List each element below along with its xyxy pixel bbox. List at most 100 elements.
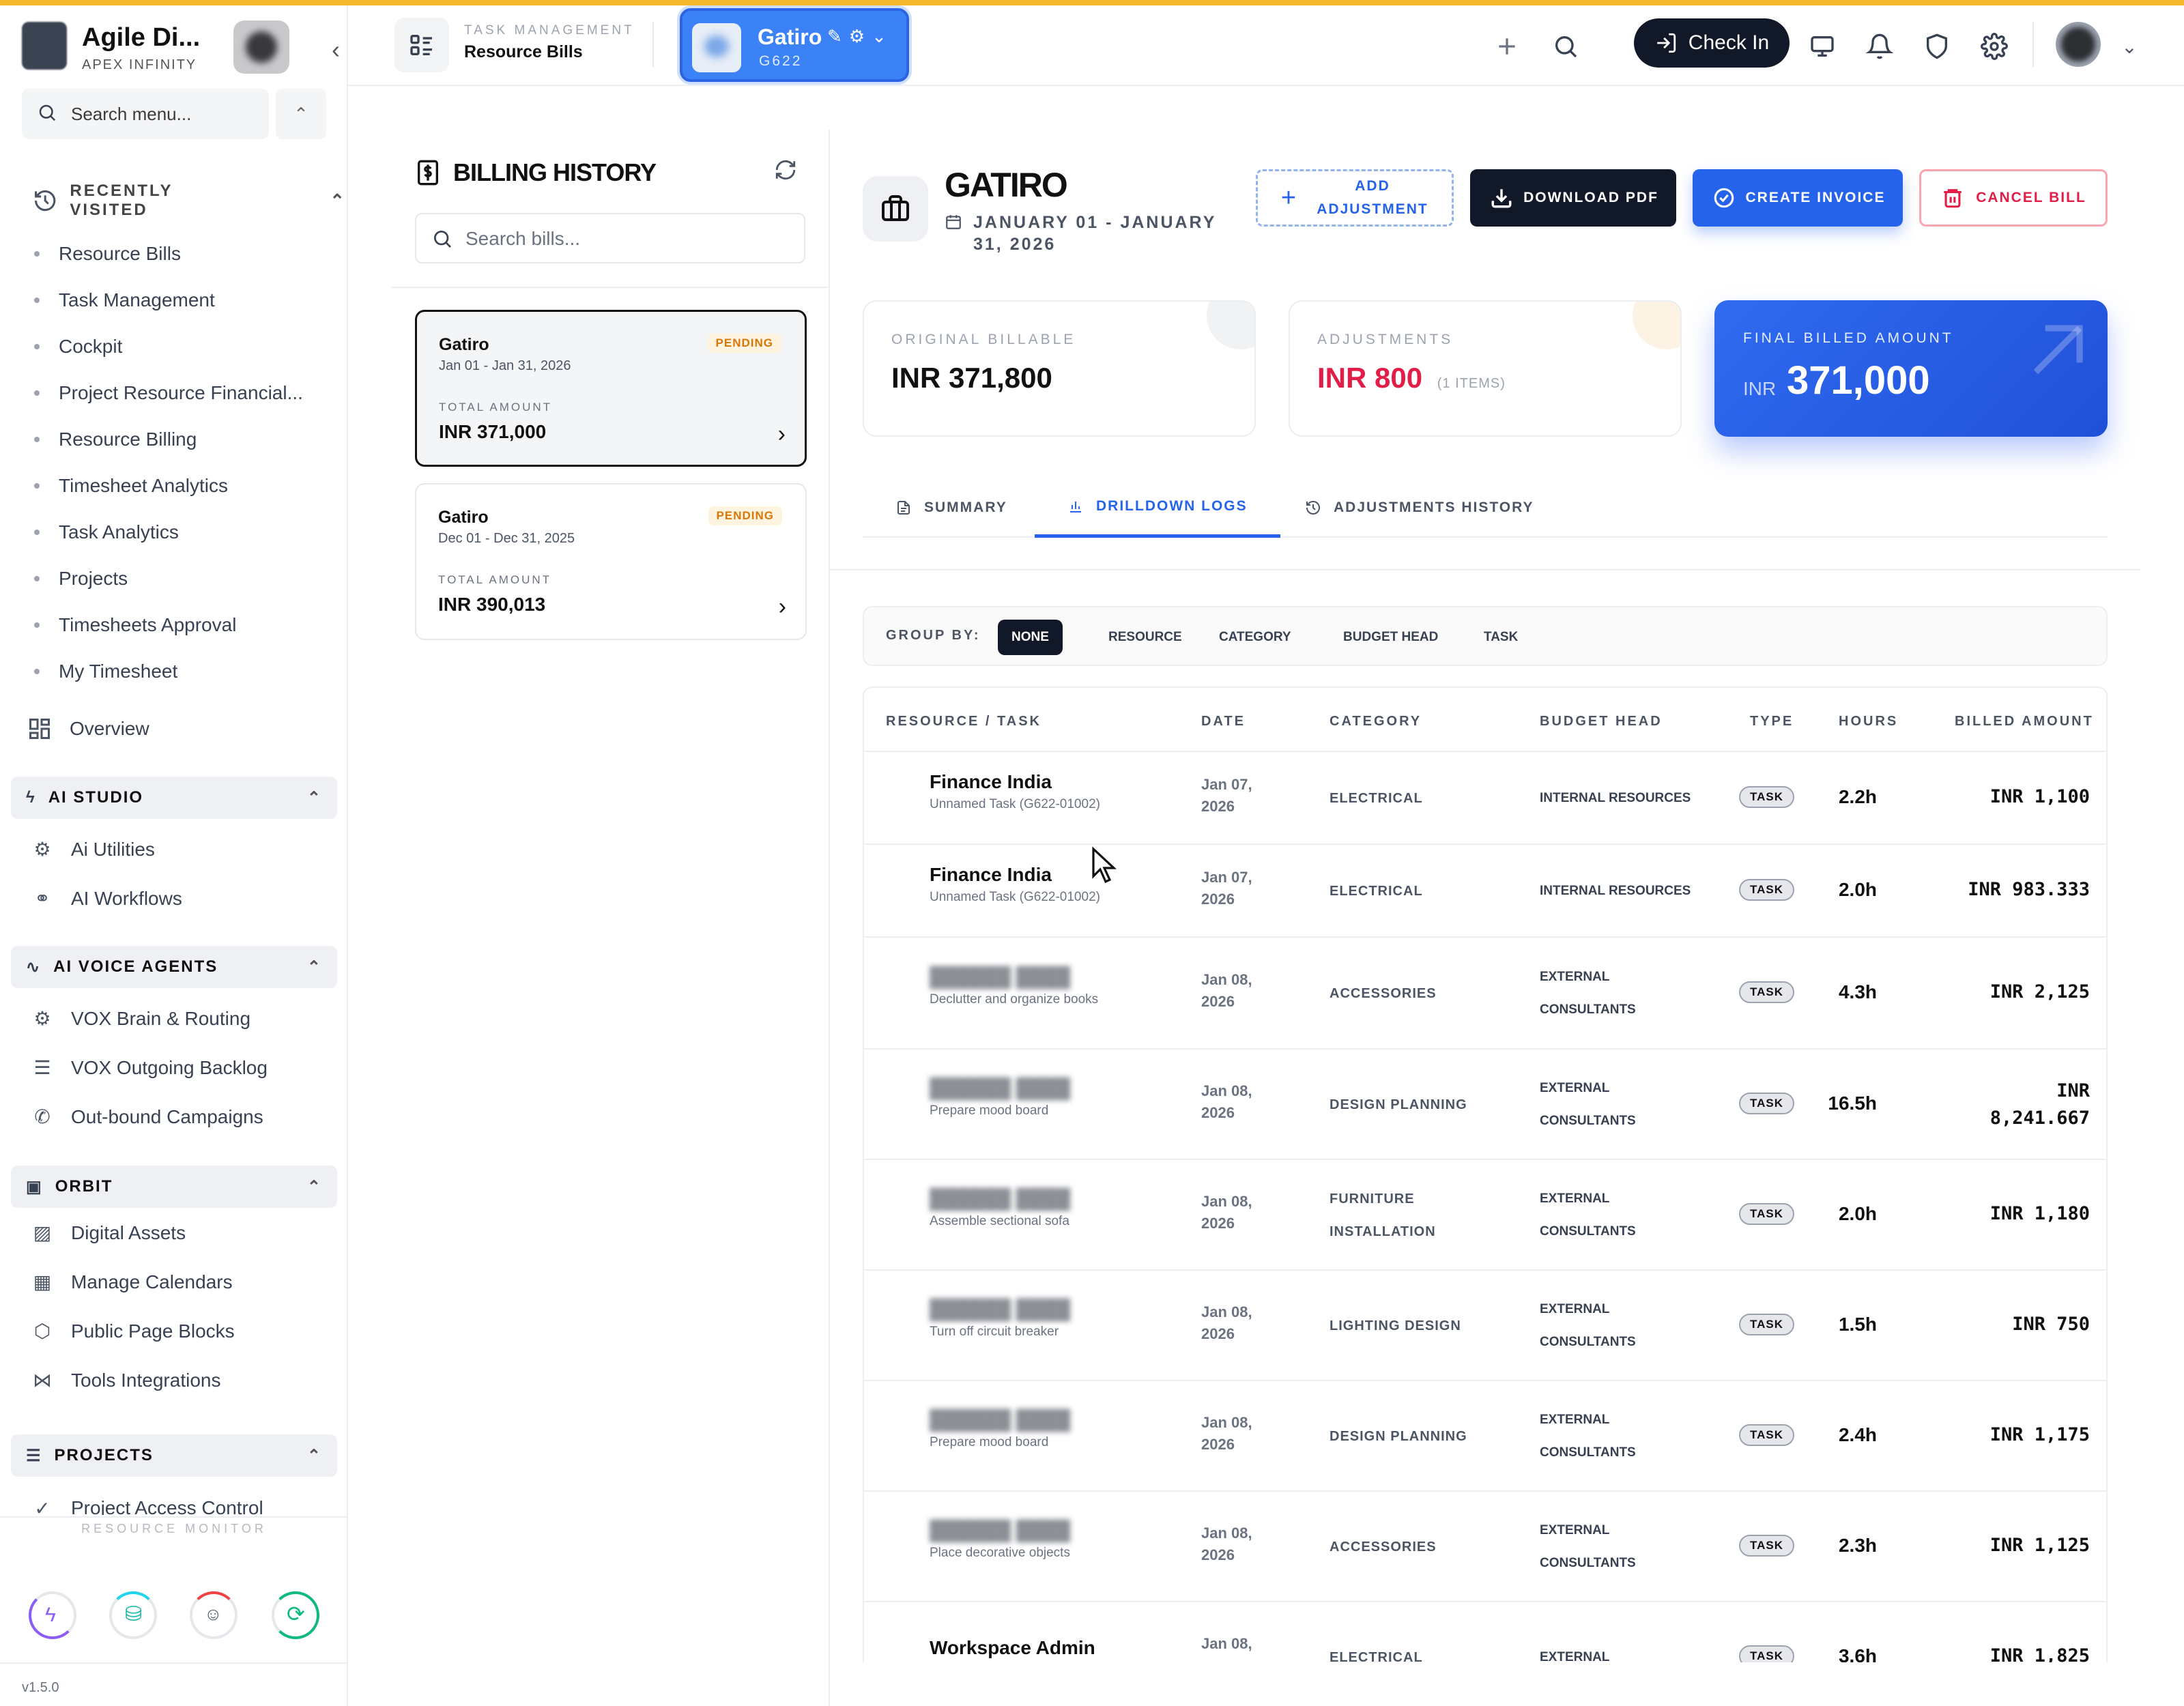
- collapse-sidebar-icon[interactable]: ‹: [322, 38, 349, 66]
- table-row[interactable]: ██████ ████ Prepare mood board Jan 08, 202…: [864, 1380, 2106, 1490]
- search-icon[interactable]: [1549, 30, 1582, 63]
- column-header[interactable]: DATE: [1201, 714, 1246, 729]
- monitor-icon[interactable]: [1806, 30, 1839, 63]
- bill-card[interactable]: Gatiro Jan 01 - Jan 31, 2026 PENDING TOT…: [415, 310, 807, 467]
- sidebar-group-header[interactable]: ▣ ORBIT ⌃: [11, 1166, 337, 1208]
- workspace-avatar[interactable]: [233, 20, 289, 74]
- chevron-up-icon[interactable]: ⌃: [307, 1446, 322, 1466]
- check-in-button[interactable]: Check In: [1634, 18, 1790, 68]
- cancel-bill-button[interactable]: CANCEL BILL: [1919, 169, 2108, 227]
- sidebar-group-header[interactable]: ϟ AI STUDIO ⌃: [11, 777, 337, 819]
- bills-search-input[interactable]: Search bills...: [465, 228, 580, 250]
- bar-chart-icon: [1070, 501, 1081, 512]
- sidebar-group-header[interactable]: ☰ PROJECTS ⌃: [11, 1434, 337, 1477]
- sidebar-item[interactable]: ⚙ Ai Utilities: [31, 838, 154, 861]
- type-cell: TASK: [1739, 1203, 1795, 1225]
- table-row[interactable]: ██████ ████ Turn off circuit breaker Jan 0…: [864, 1269, 2106, 1380]
- original-billable-card: ORIGINAL BILLABLE INR 371,800: [863, 300, 1256, 437]
- table-row[interactable]: ██████ ████ Declutter and organize books J…: [864, 936, 2106, 1048]
- sidebar-item[interactable]: ▨ Digital Assets: [31, 1221, 186, 1244]
- settings-icon[interactable]: [1978, 30, 2011, 63]
- column-header[interactable]: TYPE: [1750, 714, 1794, 729]
- table-row[interactable]: ██████ ████ Assemble sectional sofa Jan 08…: [864, 1159, 2106, 1269]
- chevron-up-icon[interactable]: ⌃: [307, 1177, 322, 1197]
- table-row[interactable]: ██████ ████ Place decorative objects Jan 0…: [864, 1490, 2106, 1601]
- chevron-up-icon[interactable]: ⌃: [307, 957, 322, 977]
- sidebar-item[interactable]: ☰ VOX Outgoing Backlog: [31, 1056, 268, 1079]
- resource-name: Finance India: [930, 771, 1052, 792]
- sidebar-item-recent[interactable]: Timesheets Approval: [34, 602, 321, 648]
- table-row[interactable]: Finance India Unnamed Task (G622-01002) Ja…: [864, 843, 2106, 936]
- group-by-category[interactable]: CATEGORY: [1205, 620, 1305, 655]
- add-adjustment-button[interactable]: + ADD ADJUSTMENT: [1256, 169, 1454, 227]
- sync-monitor-icon[interactable]: ⟳: [272, 1591, 319, 1639]
- column-header[interactable]: BUDGET HEAD: [1540, 714, 1663, 729]
- task-name: Unnamed Task (G622-01002): [930, 797, 1100, 811]
- recently-visited-header[interactable]: RECENTLY VISITED ⌃: [33, 182, 347, 220]
- sidebar-item[interactable]: ✆ Out-bound Campaigns: [31, 1105, 263, 1128]
- resource-cell: ██████ ████ Prepare mood board: [930, 1078, 1070, 1118]
- sidebar-item-recent[interactable]: Resource Billing: [34, 416, 321, 463]
- chevron-up-icon[interactable]: ⌃: [330, 190, 347, 212]
- create-invoice-button[interactable]: CREATE INVOICE: [1693, 169, 1903, 227]
- menu-search-input[interactable]: Search menu...: [71, 104, 191, 125]
- tab-drilldown-logs[interactable]: DRILLDOWN LOGS: [1035, 478, 1280, 538]
- shield-icon[interactable]: [1921, 30, 1953, 63]
- cpu-monitor-icon[interactable]: ϟ: [29, 1591, 76, 1639]
- sidebar-item[interactable]: ⚭ AI Workflows: [31, 887, 182, 910]
- chevron-down-icon[interactable]: ⌄: [872, 26, 887, 47]
- column-header[interactable]: RESOURCE / TASK: [886, 714, 1041, 729]
- users-monitor-icon[interactable]: ☺: [190, 1591, 238, 1639]
- user-avatar[interactable]: [2056, 22, 2101, 67]
- table-row[interactable]: ██████ ████ Prepare mood board Jan 08, 202…: [864, 1048, 2106, 1159]
- tab-adjustments-history[interactable]: ADJUSTMENTS HISTORY: [1272, 478, 1567, 538]
- type-badge: TASK: [1739, 1424, 1795, 1446]
- original-billable-value: INR 371,800: [891, 362, 1052, 394]
- sidebar-item-recent[interactable]: Timesheet Analytics: [34, 463, 321, 509]
- module-icon[interactable]: [394, 18, 449, 72]
- table-row[interactable]: Finance India Unnamed Task (G622-01002) Ja…: [864, 751, 2106, 843]
- sidebar-group-header[interactable]: ∿ AI VOICE AGENTS ⌃: [11, 946, 337, 988]
- sidebar-item-recent[interactable]: Task Analytics: [34, 509, 321, 555]
- billed-amount-cell: INR 750: [2012, 1314, 2090, 1335]
- sidebar-item-recent[interactable]: Task Management: [34, 277, 321, 323]
- refresh-icon[interactable]: [774, 158, 797, 182]
- sidebar-item-recent[interactable]: Resource Bills: [34, 231, 321, 277]
- group-by-budget-head[interactable]: BUDGET HEAD: [1330, 620, 1452, 655]
- sidebar-item-recent[interactable]: Cockpit: [34, 323, 321, 370]
- sidebar-item-overview[interactable]: Overview: [27, 717, 149, 741]
- chevron-up-icon[interactable]: ⌃: [276, 89, 326, 139]
- group-by-none[interactable]: NONE: [998, 620, 1063, 655]
- final-billed-card: FINAL BILLED AMOUNT INR 371,000: [1714, 300, 2108, 437]
- sidebar-item[interactable]: ⬡ Public Page Blocks: [31, 1320, 235, 1342]
- sidebar-item[interactable]: ⋈ Tools Integrations: [31, 1369, 220, 1391]
- menu-search[interactable]: Search menu...: [22, 89, 269, 139]
- bill-card[interactable]: Gatiro Dec 01 - Dec 31, 2025 PENDING TOT…: [415, 483, 807, 640]
- sidebar-item[interactable]: ✓ Project Access Control: [31, 1497, 263, 1515]
- group-by-resource[interactable]: RESOURCE: [1095, 620, 1196, 655]
- sidebar-item-recent[interactable]: Projects: [34, 555, 321, 602]
- column-header[interactable]: HOURS: [1839, 714, 1898, 729]
- total-label: TOTAL AMOUNT: [438, 573, 552, 586]
- bills-search[interactable]: Search bills...: [415, 213, 805, 263]
- sidebar-item-recent[interactable]: My Timesheet: [34, 648, 321, 695]
- sidebar-item-recent[interactable]: Project Resource Financial...: [34, 370, 321, 416]
- tab-summary[interactable]: SUMMARY: [863, 478, 1040, 538]
- sidebar-item[interactable]: ⚙ VOX Brain & Routing: [31, 1007, 250, 1030]
- project-selector[interactable]: Gatiro G622 ✎ ⚙ ⌄: [680, 8, 909, 82]
- chevron-up-icon[interactable]: ⌃: [307, 788, 322, 808]
- chevron-down-icon[interactable]: ⌄: [2113, 30, 2146, 63]
- total-label: TOTAL AMOUNT: [439, 401, 553, 414]
- group-by-task[interactable]: TASK: [1470, 620, 1532, 655]
- column-header[interactable]: CATEGORY: [1330, 714, 1422, 729]
- bell-icon[interactable]: [1863, 30, 1896, 63]
- add-icon[interactable]: [1491, 30, 1523, 63]
- database-monitor-icon[interactable]: ⛁: [109, 1591, 157, 1639]
- gear-icon[interactable]: ⚙: [849, 26, 865, 47]
- edit-icon[interactable]: ✎: [827, 26, 842, 47]
- sidebar-item[interactable]: ▦ Manage Calendars: [31, 1271, 233, 1293]
- billing-period-text: JANUARY 01 - JANUARY 31, 2026: [973, 213, 1216, 254]
- bill-period: Dec 01 - Dec 31, 2025: [438, 531, 575, 546]
- download-pdf-button[interactable]: DOWNLOAD PDF: [1470, 169, 1676, 227]
- column-header[interactable]: BILLED AMOUNT: [1955, 714, 2094, 729]
